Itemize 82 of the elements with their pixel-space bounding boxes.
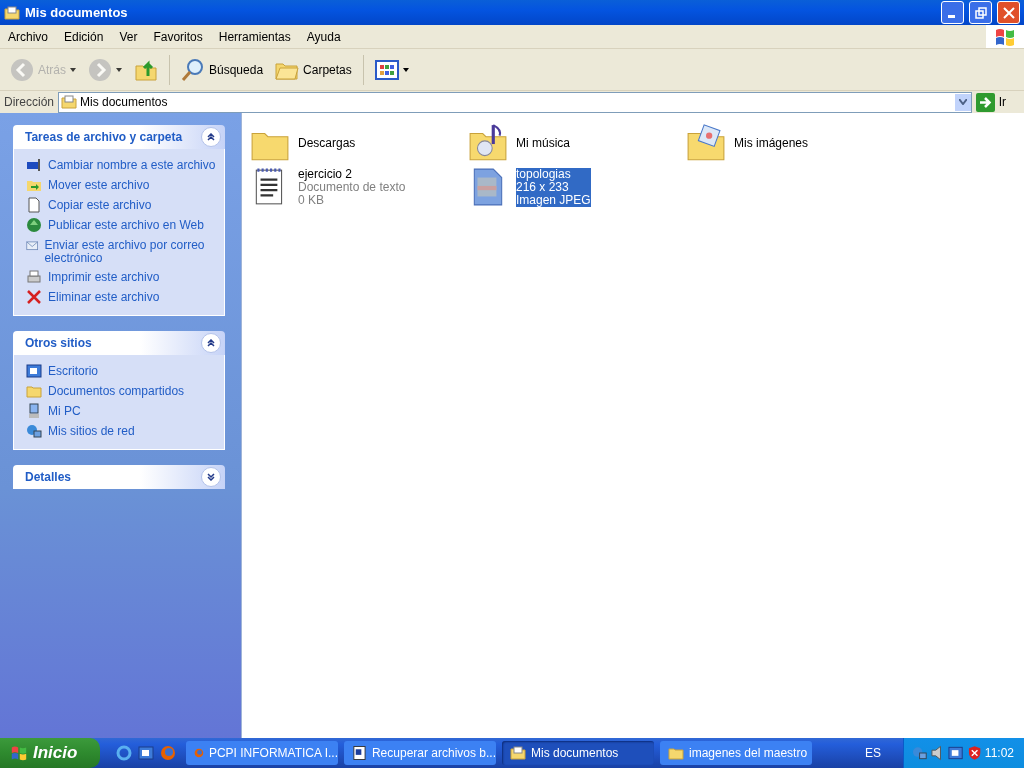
panel-header[interactable]: Otros sitios xyxy=(13,331,225,355)
task-link[interactable]: Mi PC xyxy=(48,403,81,418)
file-label[interactable]: Descargas xyxy=(298,136,356,150)
folder-up-icon xyxy=(134,57,158,82)
computer-icon xyxy=(26,403,42,419)
firefox-icon xyxy=(160,745,176,761)
caret-icon xyxy=(70,67,76,72)
minimize-icon xyxy=(947,15,955,18)
desktop-icon xyxy=(138,745,154,761)
task-link[interactable]: Enviar este archivo por correo electrónico xyxy=(44,237,216,265)
chevron-down-icon xyxy=(958,99,967,105)
file-label[interactable]: ejercicio 2 Documento de texto 0 KB xyxy=(298,167,406,207)
taskbar-button[interactable]: PCPI INFORMATICA I... xyxy=(186,741,338,765)
windows-flag-logo xyxy=(10,745,28,761)
network-icon xyxy=(26,423,42,439)
shield-icon[interactable] xyxy=(967,745,981,761)
taskbar-button[interactable]: Recuperar archivos b... xyxy=(344,741,496,765)
file-label[interactable]: Mis imágenes xyxy=(734,136,809,150)
pictures-folder-icon[interactable] xyxy=(686,123,726,163)
start-button[interactable]: Inicio xyxy=(0,738,100,768)
network-icon xyxy=(912,745,928,761)
documents-folder-icon xyxy=(61,94,77,110)
rename-icon xyxy=(26,157,42,173)
caret-icon xyxy=(116,67,122,72)
dropdown-button[interactable] xyxy=(954,93,971,111)
double-chevron-down-icon xyxy=(207,473,215,481)
menu-item[interactable]: Ayuda xyxy=(298,29,349,44)
task-link[interactable]: Publicar este archivo en Web xyxy=(48,217,204,232)
desktop-icon xyxy=(948,745,964,761)
menu-item[interactable]: Herramientas xyxy=(210,29,299,44)
close-icon xyxy=(1002,6,1015,19)
printer-icon xyxy=(26,269,42,285)
music-folder-icon[interactable] xyxy=(468,123,508,163)
panel-header[interactable]: Tareas de archivo y carpeta xyxy=(13,125,225,149)
globe-icon xyxy=(26,217,42,233)
task-link[interactable]: Cambiar nombre a este archivo xyxy=(48,157,216,172)
browser-icon[interactable] xyxy=(116,745,132,761)
collapse-button[interactable] xyxy=(201,127,221,147)
panel-header[interactable]: Detalles xyxy=(13,465,225,489)
restore-button[interactable] xyxy=(969,1,992,24)
menu-item[interactable]: Archivo xyxy=(0,29,56,44)
address-field[interactable]: Mis documentos xyxy=(58,91,972,113)
restore-icon xyxy=(974,6,987,19)
folder-icon xyxy=(668,745,684,761)
close-icon xyxy=(26,289,42,305)
window-title: Mis documentos xyxy=(25,5,129,20)
double-chevron-up-icon xyxy=(207,339,215,347)
taskbar-button[interactable]: imagenes del maestro xyxy=(660,741,812,765)
task-link[interactable]: Eliminar este archivo xyxy=(48,289,160,304)
menu-item[interactable]: Ver xyxy=(111,29,146,44)
expand-button[interactable] xyxy=(201,467,221,487)
task-link[interactable]: Mis sitios de red xyxy=(48,423,135,438)
documents-folder-icon xyxy=(510,745,526,761)
document-icon xyxy=(26,197,42,213)
collapse-button[interactable] xyxy=(201,333,221,353)
search-button[interactable]: Búsqueda xyxy=(177,55,268,84)
desktop-icon xyxy=(26,363,42,379)
word-document-icon xyxy=(352,745,367,761)
file-label[interactable]: Mi música xyxy=(516,136,570,150)
task-link[interactable]: Mover este archivo xyxy=(48,177,150,192)
taskbar-button[interactable]: Mis documentos xyxy=(502,741,654,765)
go-button[interactable]: Ir xyxy=(975,92,1020,112)
documents-folder-icon xyxy=(4,4,20,21)
views-grid-icon xyxy=(374,57,399,82)
file-label[interactable]: topologias 216 x 233 Imagen JPEG xyxy=(516,167,591,207)
folders-button[interactable]: Carpetas xyxy=(271,55,356,84)
task-link[interactable]: Documentos compartidos xyxy=(48,383,185,398)
close-button[interactable] xyxy=(997,1,1020,24)
search-icon xyxy=(181,57,205,82)
address-label: Dirección xyxy=(4,95,54,109)
task-link[interactable]: Escritorio xyxy=(48,363,98,378)
double-chevron-up-icon xyxy=(207,133,215,141)
caret-icon xyxy=(402,67,409,72)
menu-item[interactable]: Favoritos xyxy=(145,29,211,44)
minimize-button[interactable] xyxy=(941,1,964,24)
task-link[interactable]: Imprimir este archivo xyxy=(48,269,160,284)
language-indicator[interactable]: ES xyxy=(865,746,903,760)
task-link[interactable]: Copiar este archivo xyxy=(48,197,152,212)
windows-flag-logo xyxy=(986,25,1024,48)
menu-item[interactable]: Edición xyxy=(56,29,112,44)
clock: 11:02 xyxy=(984,746,1015,760)
folder-icon xyxy=(26,383,42,399)
